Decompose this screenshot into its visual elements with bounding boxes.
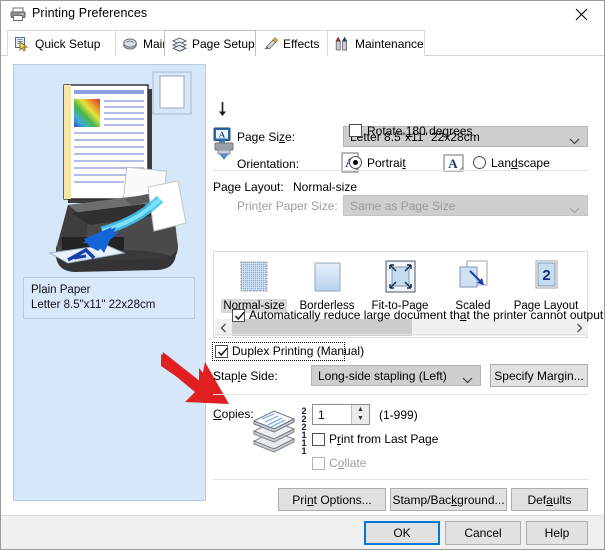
cancel-label: Cancel [464,526,502,540]
staple-side-label: Staple Side: [213,369,278,383]
paper-size-label: Letter 8.5"x11" 22x28cm [31,299,156,311]
printer-paper-size-value: Same as Page Size [350,199,456,213]
title-bar: Printing Preferences [1,1,604,28]
page-layout-gallery: Normal-size Borderless Fit-to-Page Scale… [213,251,588,338]
printing-preferences-window: Printing Preferences Quick Setup Main Pa… [0,0,605,550]
orientation-label: Orientation: [237,157,300,171]
copies-value: 1 [318,408,325,422]
printer-paper-size-label: Printer Paper Size: [237,199,338,213]
collate-label: Collate [329,456,367,470]
print-from-last-page-checkbox[interactable] [312,433,325,446]
stepper-down-icon[interactable]: ▼ [352,414,369,423]
main-icon [122,36,139,52]
portrait-label: Portrait [367,156,406,170]
gallery-item-normal-size[interactable]: Normal-size [219,258,289,313]
tab-effects[interactable]: Effects [255,30,328,56]
landscape-page-icon: A [443,152,465,177]
duplex-page-thumbnail [152,71,192,118]
print-options-label: Print Options... [292,492,372,507]
tab-page-setup-label: Page Setup [192,36,255,51]
borderless-icon [308,262,346,299]
svg-text:2: 2 [542,267,550,284]
tab-page-setup[interactable]: Page Setup [164,30,256,57]
help-label: Help [544,526,570,540]
duplex-printing-label: Duplex Printing (Manual) [232,344,365,358]
preview-panel: Plain Paper Letter 8.5"x11" 22x28cm [13,64,206,501]
scaled-icon [454,260,492,299]
tab-maintenance[interactable]: Maintenance [327,30,425,56]
copies-stack-icon: 222 111 [248,405,314,458]
rotate-180-label: Rotate 180 degrees [367,124,473,138]
stamp-background-button[interactable]: Stamp/Background... [390,488,507,511]
chevron-down-icon [462,373,473,387]
page-setup-icon [171,36,188,52]
gallery-item-scaled[interactable]: Scaled [438,258,508,313]
tab-quick-setup-label: Quick Setup [35,36,101,51]
quick-setup-icon [14,36,31,52]
auto-reduce-checkbox[interactable] [232,309,245,322]
print-from-last-page-label: Print from Last Page [329,432,439,446]
dialog-footer: OK Cancel Help [1,515,604,549]
page-layout-icon: 2 [527,260,565,299]
page-layout-value: Normal-size [293,180,358,194]
svg-text:A: A [448,156,458,171]
svg-text:1: 1 [301,446,306,455]
copies-stepper-buttons[interactable]: ▲ ▼ [351,405,369,424]
orientation-arrow-icon [218,102,227,122]
landscape-radio[interactable] [473,156,486,169]
page-setup-panel: Plain Paper Letter 8.5"x11" 22x28cm A Pa… [1,56,604,515]
print-options-button[interactable]: Print Options... [278,488,386,511]
stamp-background-label: Stamp/Background... [392,492,505,507]
close-icon[interactable] [559,1,604,28]
tab-maintenance-label: Maintenance [355,36,424,51]
specify-margin-button[interactable]: Specify Margin... [490,364,588,387]
gallery-item-borderless[interactable]: Borderless [292,258,362,313]
tab-quick-setup[interactable]: Quick Setup [7,30,116,56]
ok-label: OK [393,526,411,540]
staple-side-dropdown[interactable]: Long-side stapling (Left) [311,365,481,386]
window-title: Printing Preferences [32,6,148,20]
printer-icon [10,7,26,21]
tab-effects-label: Effects [283,36,320,51]
defaults-label: Defaults [527,492,572,507]
tab-strip: Quick Setup Main Page Setup Effects Main… [1,28,604,57]
auto-reduce-label: Automatically reduce large document that… [249,308,604,322]
chevron-down-icon [569,134,580,148]
portrait-radio[interactable] [349,156,362,169]
page-size-label: Page Size: [237,130,296,144]
gallery-item-fit-to-page[interactable]: Fit-to-Page [365,258,435,313]
staple-side-value: Long-side stapling (Left) [318,369,447,383]
ok-button[interactable]: OK [364,521,440,545]
landscape-label: Landscape [491,156,550,170]
printer-paper-size-icon [213,141,235,164]
normal-size-icon [235,261,273,299]
fit-to-page-icon [381,260,419,299]
printer-paper-size-dropdown[interactable]: Same as Page Size [343,195,588,216]
stepper-up-icon[interactable]: ▲ [352,405,369,414]
copies-range-label: (1-999) [379,408,418,422]
svg-text:A: A [219,129,226,139]
copies-stepper[interactable]: 1 ▲ ▼ [312,404,370,425]
gallery-item-page-layout[interactable]: 2 Page Layout [511,258,581,313]
cancel-button[interactable]: Cancel [445,521,521,545]
chevron-down-icon [569,203,580,217]
defaults-button[interactable]: Defaults [511,488,588,511]
maintenance-icon [334,36,351,52]
collate-checkbox[interactable] [312,457,325,470]
help-button[interactable]: Help [526,521,588,545]
printer-illustration-icon [28,161,198,291]
rotate-180-checkbox[interactable] [349,124,362,137]
page-layout-label: Page Layout: [213,180,284,194]
effects-icon [262,36,279,52]
specify-margin-label: Specify Margin... [494,368,584,383]
